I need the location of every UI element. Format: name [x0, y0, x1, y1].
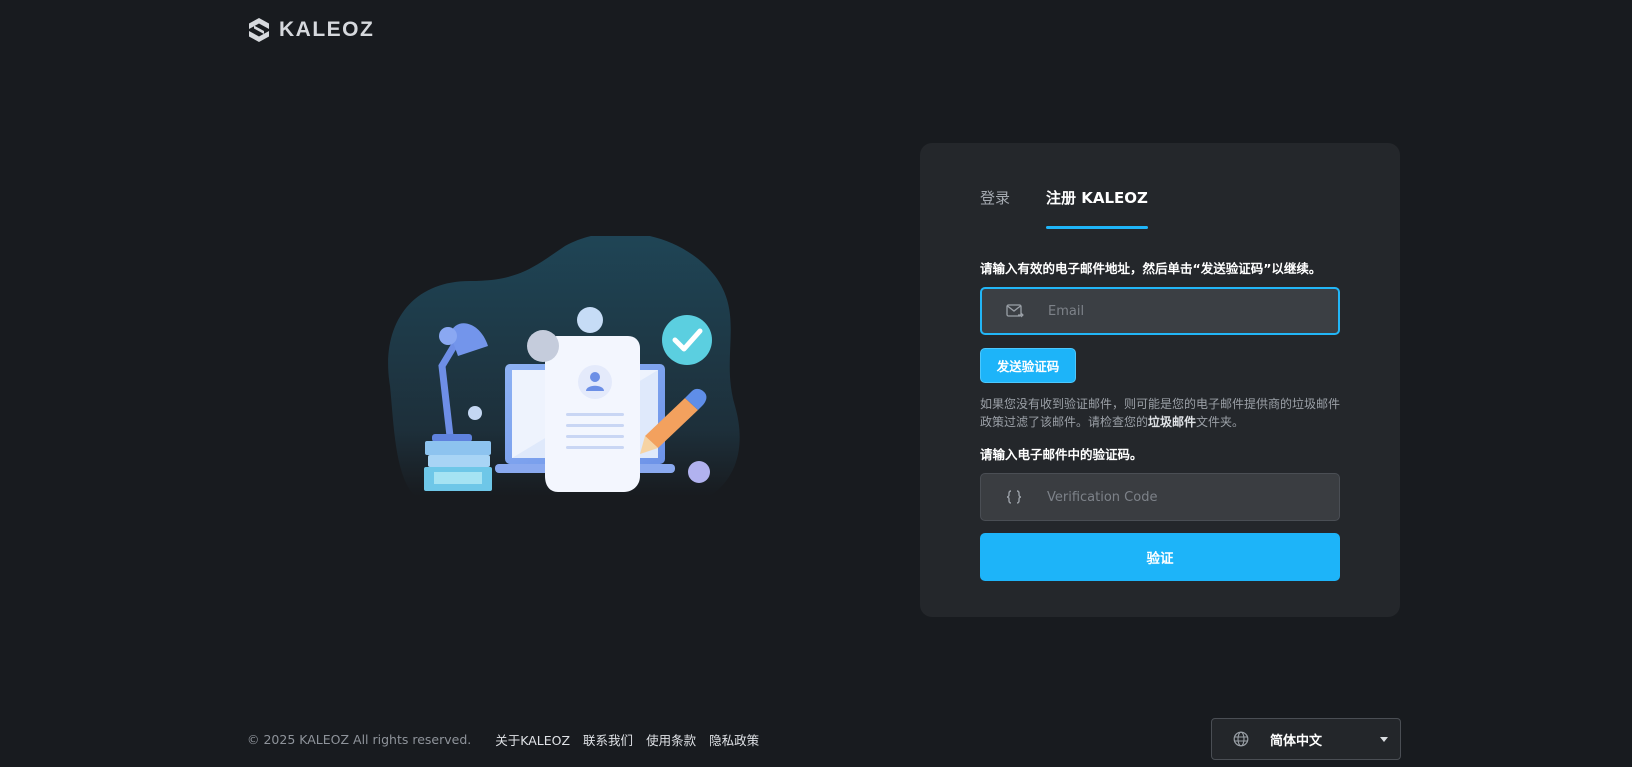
globe-icon [1233, 731, 1249, 747]
verify-button[interactable]: 验证 [980, 533, 1340, 581]
code-instruction: 请输入电子邮件中的验证码。 [980, 447, 1143, 462]
verification-code-input[interactable] [1047, 489, 1339, 505]
footer-link-contact[interactable]: 联系我们 [583, 730, 633, 749]
kaleoz-logo-icon [249, 18, 269, 42]
hero-illustration [388, 236, 740, 496]
language-label: 简体中文 [1270, 733, 1323, 749]
spam-hint-end: 文件夹。 [1196, 415, 1245, 429]
footer-link-terms[interactable]: 使用条款 [646, 730, 696, 749]
verification-code-field[interactable] [980, 473, 1340, 521]
braces-icon [1005, 488, 1023, 506]
send-code-button[interactable]: 发送验证码 [980, 348, 1076, 383]
spam-hint: 如果您没有收到验证邮件，则可能是您的电子邮件提供商的垃圾邮件政策过滤了该邮件。请… [980, 395, 1344, 431]
language-selector[interactable]: 简体中文 [1211, 718, 1401, 760]
auth-card: 登录 注册 KALEOZ 请输入有效的电子邮件地址，然后单击“发送验证码”以继续… [920, 143, 1400, 617]
copyright: © 2025 KALEOZ All rights reserved. [247, 732, 472, 747]
footer-link-privacy[interactable]: 隐私政策 [709, 730, 759, 749]
tab-register[interactable]: 注册 KALEOZ [1046, 187, 1148, 229]
email-input[interactable] [1048, 303, 1338, 319]
email-field[interactable] [980, 287, 1340, 335]
brand-name: KALEOZ [279, 18, 375, 41]
caret-down-icon [1380, 737, 1388, 742]
footer-link-about[interactable]: 关于KALEOZ [495, 730, 570, 749]
footer: © 2025 KALEOZ All rights reserved. 关于KAL… [247, 730, 772, 749]
email-instruction: 请输入有效的电子邮件地址，然后单击“发送验证码”以继续。 [980, 261, 1322, 276]
mail-icon [1006, 302, 1024, 320]
brand-logo[interactable]: KALEOZ [248, 17, 374, 43]
auth-tabs: 登录 注册 KALEOZ [980, 187, 1184, 229]
tab-login[interactable]: 登录 [980, 187, 1010, 229]
spam-folder-text: 垃圾邮件 [1148, 415, 1197, 429]
